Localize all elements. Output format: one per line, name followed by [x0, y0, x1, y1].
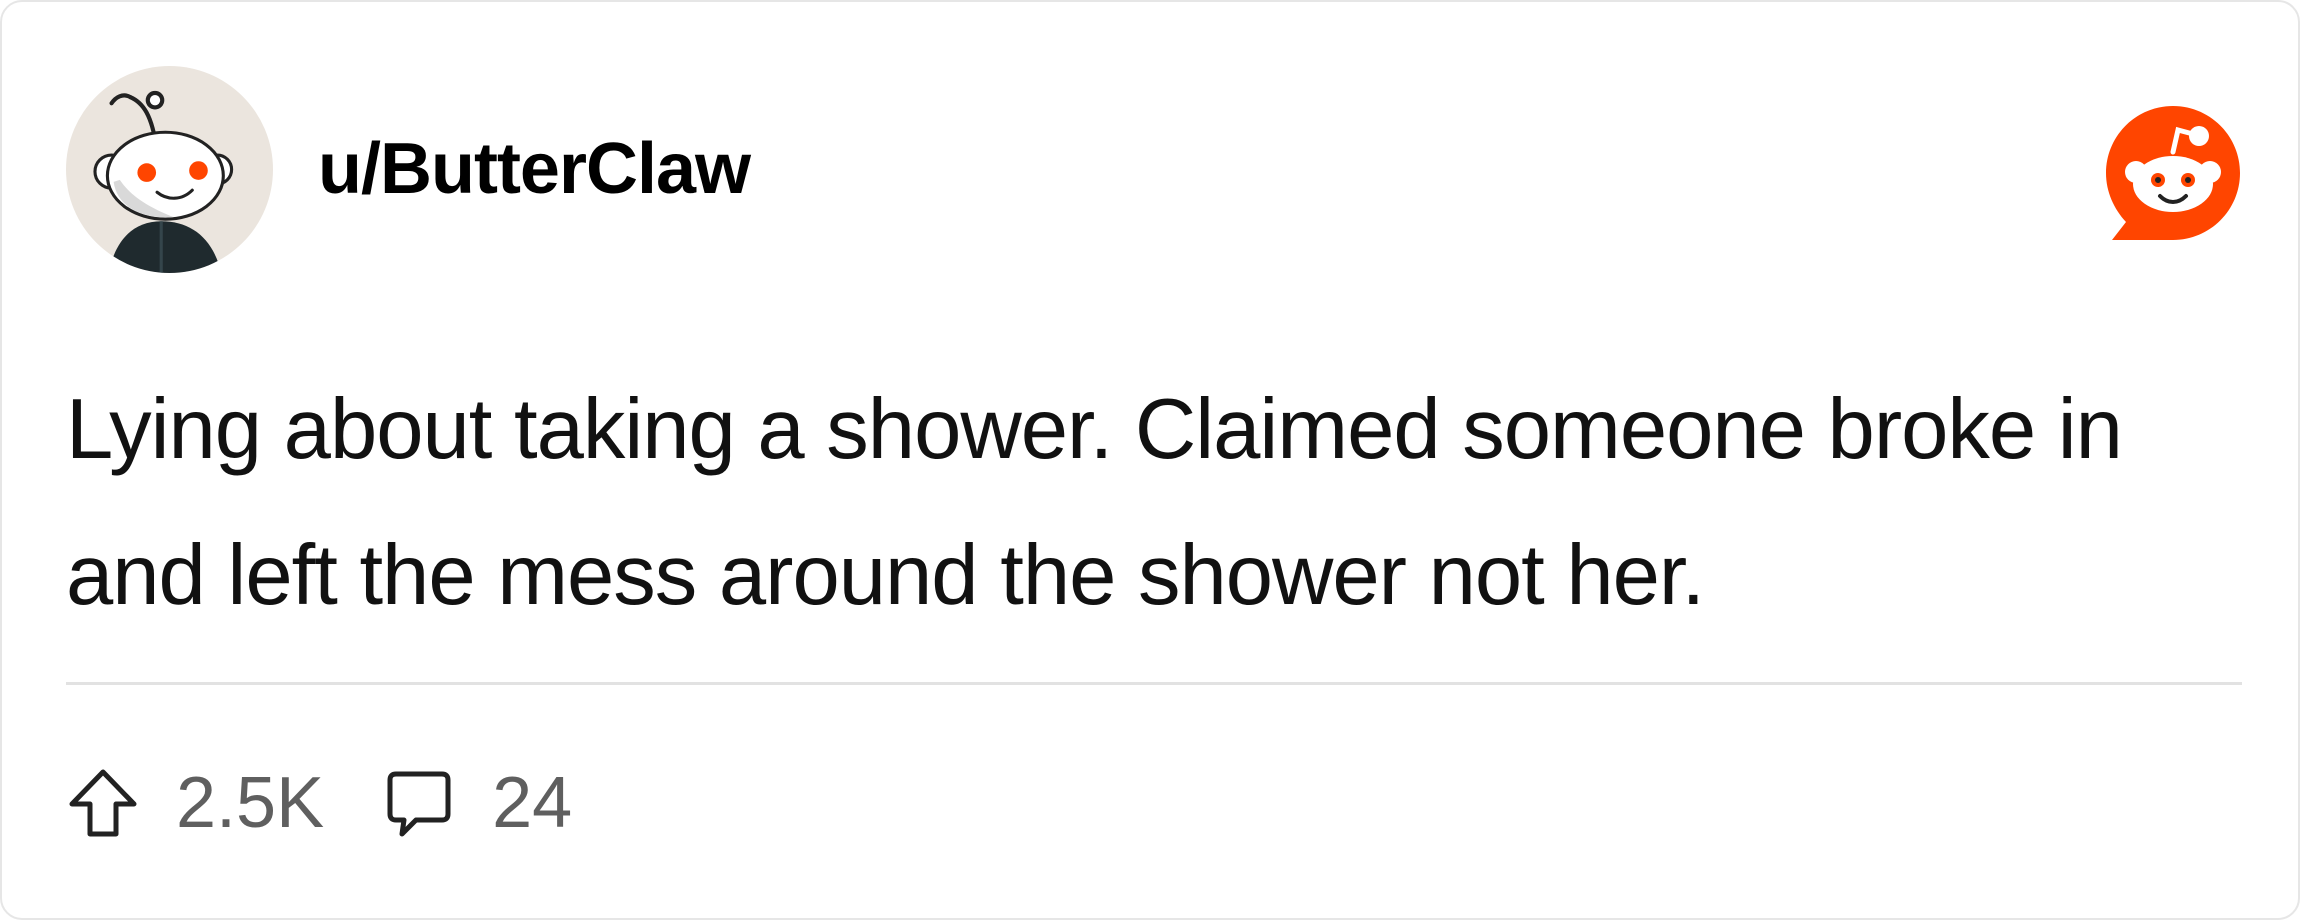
username[interactable]: u/ButterClaw — [318, 124, 751, 214]
upvote-arrow-icon[interactable] — [66, 766, 140, 840]
comment-count: 24 — [492, 763, 573, 843]
post-actions: 2.5K 24 — [66, 758, 572, 848]
divider — [66, 682, 2242, 685]
comment-bubble-icon[interactable] — [382, 766, 456, 840]
reddit-logo-icon[interactable] — [2100, 100, 2246, 246]
post-card: u/ButterClaw Lying about taking a shower… — [0, 0, 2300, 920]
post-body-text: Lying about taking a shower. Claimed som… — [66, 382, 2123, 623]
user-avatar[interactable] — [66, 66, 273, 273]
upvote-count: 2.5K — [176, 763, 325, 843]
snoo-avatar-icon — [93, 90, 234, 273]
